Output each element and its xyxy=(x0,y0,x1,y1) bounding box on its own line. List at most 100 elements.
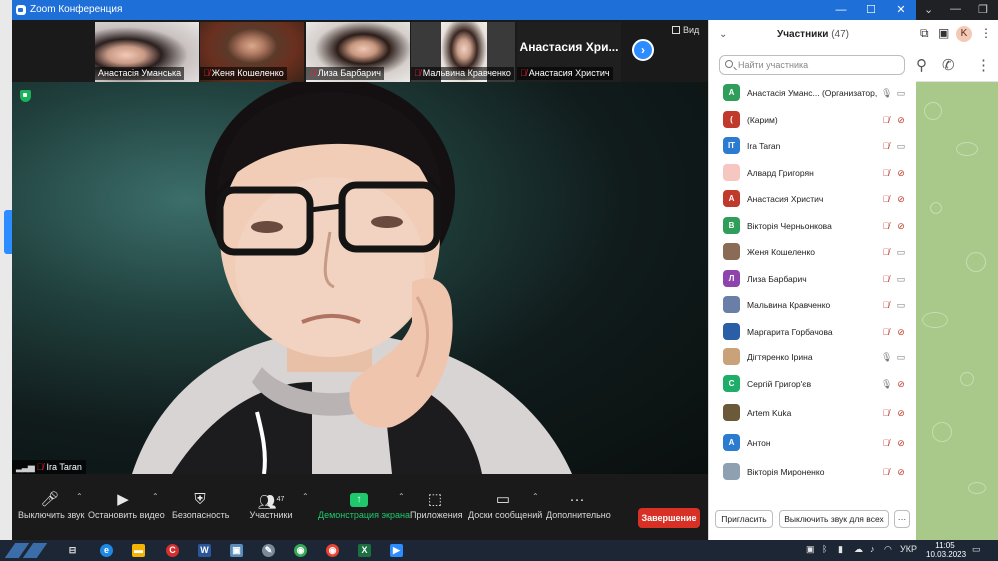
encryption-shield-icon[interactable] xyxy=(20,90,31,102)
participant-row[interactable]: ((Карим) 🎙̸ ⊘ xyxy=(709,107,917,133)
video-camera-icon[interactable]: ▭ xyxy=(895,140,907,152)
mic-off-icon[interactable]: 🎙̸ xyxy=(881,326,891,338)
view-button[interactable]: Вид xyxy=(672,25,699,35)
video-off-icon[interactable]: ⊘ xyxy=(895,114,907,126)
mute-all-button[interactable]: Выключить звук для всех xyxy=(779,510,889,528)
participant-row[interactable]: В Вікторія Черньонкова 🎙̸ ⊘ xyxy=(709,213,917,239)
mic-off-icon[interactable]: 🎙̸ xyxy=(881,220,891,232)
edge-icon[interactable]: e xyxy=(100,544,113,557)
language-indicator[interactable]: УКР xyxy=(900,544,917,554)
zoom-icon[interactable]: ▶ xyxy=(390,544,403,557)
participant-search-input[interactable]: Найти участника xyxy=(719,55,905,75)
notifications-icon[interactable]: ▭ xyxy=(972,544,981,555)
mic-off-icon[interactable]: 🎙̸ xyxy=(881,167,891,179)
chevron-up-icon[interactable]: ⌃ xyxy=(398,492,405,501)
profile-avatar[interactable]: K xyxy=(956,26,972,42)
microphone-icon[interactable]: 🎙 xyxy=(881,378,892,390)
chevron-up-icon[interactable]: ⌃ xyxy=(76,492,83,501)
task-view-icon[interactable]: ⊟ xyxy=(66,544,79,557)
chevron-down-icon[interactable]: ⌄ xyxy=(719,20,727,50)
chevron-down-icon[interactable]: ⌄ xyxy=(924,3,933,16)
volume-icon[interactable]: ♪ xyxy=(870,544,875,554)
video-camera-icon[interactable]: ▭ xyxy=(895,273,907,285)
file-explorer-icon[interactable]: ▬ xyxy=(132,544,145,557)
wifi-icon[interactable]: ◠ xyxy=(884,544,892,555)
app-icon[interactable]: C xyxy=(166,544,179,557)
participant-row[interactable]: С Сергій Григор'єв 🎙 ⊘ xyxy=(709,371,917,397)
thumbnail-video[interactable]: Анастасія Уманська xyxy=(95,22,199,82)
app-icon[interactable]: ✎ xyxy=(262,544,275,557)
mic-off-icon[interactable]: 🎙̸ xyxy=(881,273,891,285)
video-camera-icon[interactable]: ▭ xyxy=(895,351,907,363)
video-off-icon[interactable]: ⊘ xyxy=(895,326,907,338)
microphone-icon[interactable]: 🎙 xyxy=(881,351,892,363)
minimize-button[interactable]: — xyxy=(826,0,856,20)
chrome-icon[interactable]: ◉ xyxy=(294,544,307,557)
participant-row[interactable]: Маргарита Горбачова 🎙̸ ⊘ xyxy=(709,319,917,345)
excel-icon[interactable]: X xyxy=(358,544,371,557)
video-camera-icon[interactable]: ▭ xyxy=(895,299,907,311)
participant-row[interactable]: Вікторія Мироненко 🎙̸ ⊘ xyxy=(709,459,917,485)
close-button[interactable]: ✕ xyxy=(886,0,916,20)
video-off-icon[interactable]: ⊘ xyxy=(895,193,907,205)
thumbnail-video[interactable]: 🎙̸ Лиза Барбарич xyxy=(306,22,410,82)
mute-button[interactable]: 🎤︎ Выключить звук ⌃ xyxy=(18,490,85,520)
minimize-icon[interactable]: — xyxy=(950,3,961,15)
mic-off-icon[interactable]: 🎙̸ xyxy=(881,407,891,419)
participant-row[interactable]: Л Лиза Барбарич 🎙̸ ▭ xyxy=(709,266,917,292)
participant-row[interactable]: IT Ira Taran 🎙̸ ▭ xyxy=(709,133,917,159)
video-off-icon[interactable]: ⊘ xyxy=(895,220,907,232)
microphone-icon[interactable]: 🎙 xyxy=(881,87,892,99)
menu-icon[interactable]: ⋮ xyxy=(976,56,991,74)
clock[interactable]: 11:05 10.03.2023 xyxy=(926,541,966,559)
participant-row[interactable]: Artem Kuka 🎙̸ ⊘ xyxy=(709,400,917,426)
sidepanel-icon[interactable]: ▣ xyxy=(938,26,949,40)
security-button[interactable]: ⛨ Безопасность xyxy=(172,490,229,520)
battery-icon[interactable]: ▮ xyxy=(838,544,843,555)
participant-row[interactable]: Мальвина Кравченко 🎙̸ ▭ xyxy=(709,292,917,318)
mic-off-icon[interactable]: 🎙̸ xyxy=(881,193,891,205)
onedrive-icon[interactable]: ☁ xyxy=(854,544,863,555)
participant-row[interactable]: А Анастасія Уманс... (Организатор, я) 🎙 ▭ xyxy=(709,80,917,106)
video-off-icon[interactable]: ⊘ xyxy=(895,378,907,390)
invite-button[interactable]: Пригласить xyxy=(715,510,773,528)
participant-row[interactable]: Дігтяренко Ірина 🎙 ▭ xyxy=(709,344,917,370)
zoom-tray-icon[interactable]: ▣ xyxy=(806,544,815,555)
panel-more-button[interactable]: ··· xyxy=(894,510,910,528)
video-camera-icon[interactable]: ▭ xyxy=(895,87,907,99)
whiteboards-button[interactable]: ▭ Доски сообщений ⌃ xyxy=(468,490,542,520)
chevron-up-icon[interactable]: ⌃ xyxy=(302,492,309,501)
start-area[interactable] xyxy=(4,543,54,558)
video-off-icon[interactable]: ⊘ xyxy=(895,466,907,478)
next-page-button[interactable]: › xyxy=(632,39,654,61)
thumbnail-name-only[interactable]: Анастасия Хри... 🎙̸ Анастасия Христич xyxy=(517,22,621,82)
photos-icon[interactable]: ▣ xyxy=(230,544,243,557)
mic-off-icon[interactable]: 🎙̸ xyxy=(881,246,891,258)
participant-row[interactable]: А Антон 🎙̸ ⊘ xyxy=(709,430,917,456)
restore-icon[interactable]: ❐ xyxy=(978,3,988,16)
search-icon[interactable]: ⚲ xyxy=(916,56,927,74)
mic-off-icon[interactable]: 🎙̸ xyxy=(881,299,891,311)
mic-off-icon[interactable]: 🎙̸ xyxy=(881,140,891,152)
extensions-icon[interactable]: ⧉ xyxy=(920,26,929,41)
mic-off-icon[interactable]: 🎙̸ xyxy=(881,466,891,478)
participant-row[interactable]: А Анастасия Христич 🎙̸ ⊘ xyxy=(709,186,917,212)
menu-icon[interactable]: ⋮ xyxy=(980,26,992,40)
video-camera-icon[interactable]: ▭ xyxy=(895,246,907,258)
bluetooth-icon[interactable]: ᛒ xyxy=(822,544,827,554)
video-off-icon[interactable]: ⊘ xyxy=(895,407,907,419)
chevron-up-icon[interactable]: ⌃ xyxy=(152,492,159,501)
participant-row[interactable]: Алвард Григорян 🎙̸ ⊘ xyxy=(709,160,917,186)
chrome-icon[interactable]: ◉ xyxy=(326,544,339,557)
end-meeting-button[interactable]: Завершение xyxy=(638,508,700,528)
mic-off-icon[interactable]: 🎙̸ xyxy=(881,114,891,126)
thumbnail-video[interactable]: 🎙̸ Мальвина Кравченко xyxy=(411,22,515,82)
word-icon[interactable]: W xyxy=(198,544,211,557)
maximize-button[interactable]: ☐ xyxy=(856,0,886,20)
stop-video-button[interactable]: ▶︎ Остановить видео ⌃ xyxy=(88,490,165,520)
more-button[interactable]: ··· Дополнительно xyxy=(546,490,611,520)
phone-icon[interactable]: ✆ xyxy=(942,56,955,74)
share-screen-button[interactable]: ↑ Демонстрация экрана ⌃ xyxy=(318,490,410,520)
chevron-up-icon[interactable]: ⌃ xyxy=(532,492,539,501)
participants-button[interactable]: 👥︎47 Участники ⌃ xyxy=(248,490,309,520)
